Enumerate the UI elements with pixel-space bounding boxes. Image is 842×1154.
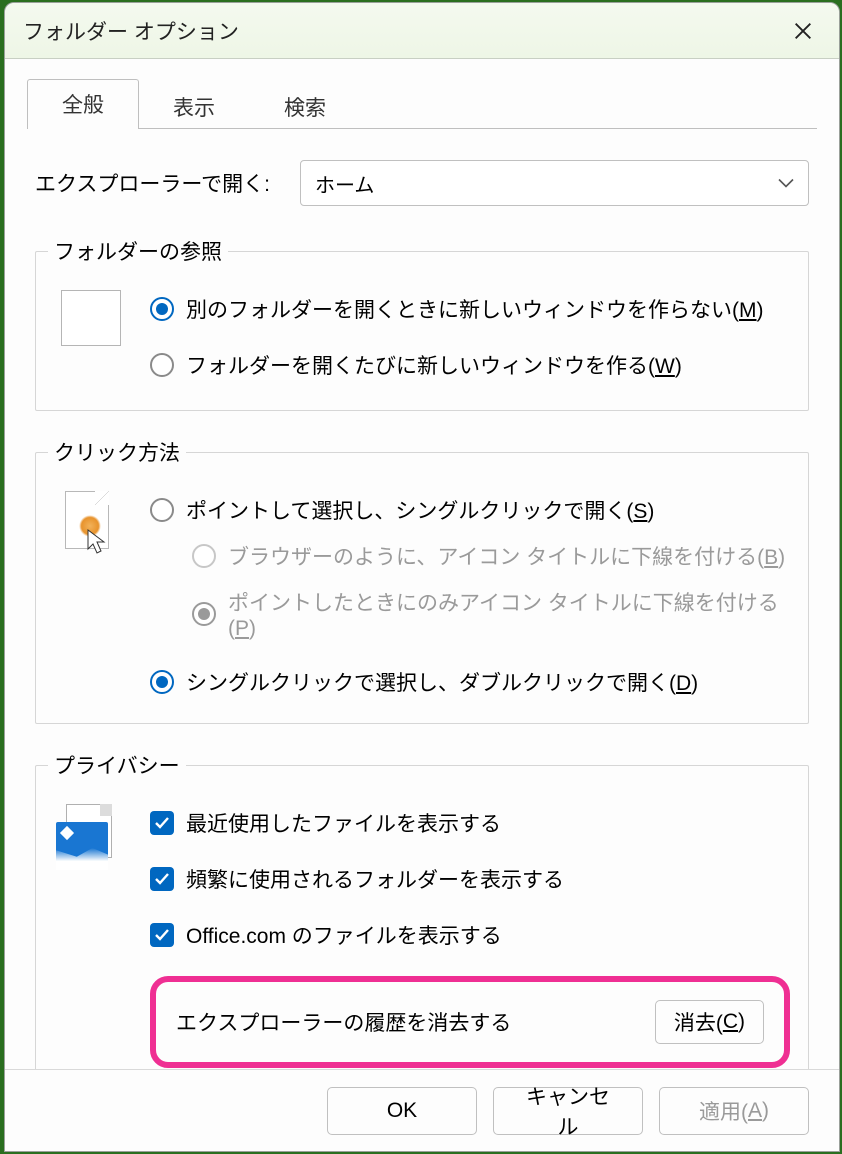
window-icon [61,290,121,346]
radio-icon [150,297,174,321]
tab-underline [27,128,817,129]
radio-double-click[interactable]: シングルクリックで選択し、ダブルクリックで開く(D) [150,667,790,697]
checkbox-icon [150,923,174,947]
radio-icon [150,670,174,694]
browse-folders-group: フォルダーの参照 別のフォルダーを開くときに新しいウィンドウを作らない(M) フ… [35,236,809,411]
cancel-button-label: キャンセル [516,1081,620,1141]
radio-icon [192,602,216,626]
recent-files-icon [56,804,126,872]
radio-icon [150,498,174,522]
radio-new-window[interactable]: フォルダーを開くたびに新しいウィンドウを作る(W) [150,350,790,380]
check-office-files[interactable]: Office.com のファイルを表示する [150,920,790,950]
open-explorer-selected: ホーム [315,169,374,198]
ok-button-label: OK [387,1099,417,1123]
chevron-down-icon [778,172,794,195]
tab-search[interactable]: 検索 [249,79,361,129]
cancel-button[interactable]: キャンセル [493,1087,643,1135]
apply-button[interactable]: 適用(A) [659,1087,809,1135]
tab-content-general: エクスプローラーで開く: ホーム フォルダーの参照 別のフォルダーを開くときに新… [5,130,839,1069]
close-icon [792,20,814,42]
privacy-icon-col [54,798,128,1068]
open-explorer-row: エクスプローラーで開く: ホーム [35,160,809,206]
cursor-click-icon [65,491,117,561]
radio-new-window-label: フォルダーを開くたびに新しいウィンドウを作る(W) [186,350,682,380]
radio-single-click[interactable]: ポイントして選択し、シングルクリックで開く(S) [150,495,790,525]
tab-general-label: 全般 [62,94,104,117]
titlebar: フォルダー オプション [5,3,839,59]
radio-underline-browser-label: ブラウザーのように、アイコン タイトルに下線を付ける(B) [228,541,785,571]
radio-underline-hover: ポイントしたときにのみアイコン タイトルに下線を付ける(P) [192,587,790,641]
tab-search-label: 検索 [284,97,326,120]
check-recent-files-label: 最近使用したファイルを表示する [186,808,501,838]
checkbox-icon [150,867,174,891]
check-frequent-folders-label: 頻繁に使用されるフォルダーを表示する [186,864,564,894]
check-frequent-folders[interactable]: 頻繁に使用されるフォルダーを表示する [150,864,790,894]
check-office-files-label: Office.com のファイルを表示する [186,920,502,950]
tab-view[interactable]: 表示 [138,79,250,129]
tab-general[interactable]: 全般 [27,79,139,129]
browse-folders-legend: フォルダーの参照 [48,236,228,266]
browse-folders-icon [54,284,128,388]
click-behavior-legend: クリック方法 [48,437,186,467]
dialog-title: フォルダー オプション [23,16,781,46]
radio-single-click-label: ポイントして選択し、シングルクリックで開く(S) [186,495,654,525]
click-behavior-group: クリック方法 ポイントして選択し、シングルクリックで開く(S) [35,437,809,724]
radio-underline-hover-label: ポイントしたときにのみアイコン タイトルに下線を付ける(P) [228,587,790,641]
radio-double-click-label: シングルクリックで選択し、ダブルクリックで開く(D) [186,667,698,697]
checkbox-icon [150,811,174,835]
dialog-footer: OK キャンセル 適用(A) [5,1069,839,1151]
privacy-legend: プライバシー [48,750,186,780]
open-explorer-select[interactable]: ホーム [300,160,809,206]
check-recent-files[interactable]: 最近使用したファイルを表示する [150,808,790,838]
clear-history-button[interactable]: 消去(C) [655,1000,764,1044]
close-button[interactable] [781,9,825,53]
radio-same-window-label: 別のフォルダーを開くときに新しいウィンドウを作らない(M) [186,294,764,324]
clear-history-label: エクスプローラーの履歴を消去する [176,1007,655,1037]
radio-icon [192,544,216,568]
ok-button[interactable]: OK [327,1087,477,1135]
privacy-group: プライバシー 最近使用したファイルを表示する 頻繁に使用されるフォルダ [35,750,809,1069]
click-behavior-icon [54,485,128,701]
radio-icon [150,353,174,377]
radio-same-window[interactable]: 別のフォルダーを開くときに新しいウィンドウを作らない(M) [150,294,790,324]
tab-view-label: 表示 [173,97,215,120]
tab-row: 全般 表示 検索 [5,59,839,129]
folder-options-dialog: フォルダー オプション 全般 表示 検索 エクスプローラーで開く: ホーム フォ… [4,2,840,1152]
clear-history-row: エクスプローラーの履歴を消去する 消去(C) [150,976,790,1068]
open-explorer-label: エクスプローラーで開く: [35,168,300,198]
radio-underline-browser: ブラウザーのように、アイコン タイトルに下線を付ける(B) [192,541,790,571]
